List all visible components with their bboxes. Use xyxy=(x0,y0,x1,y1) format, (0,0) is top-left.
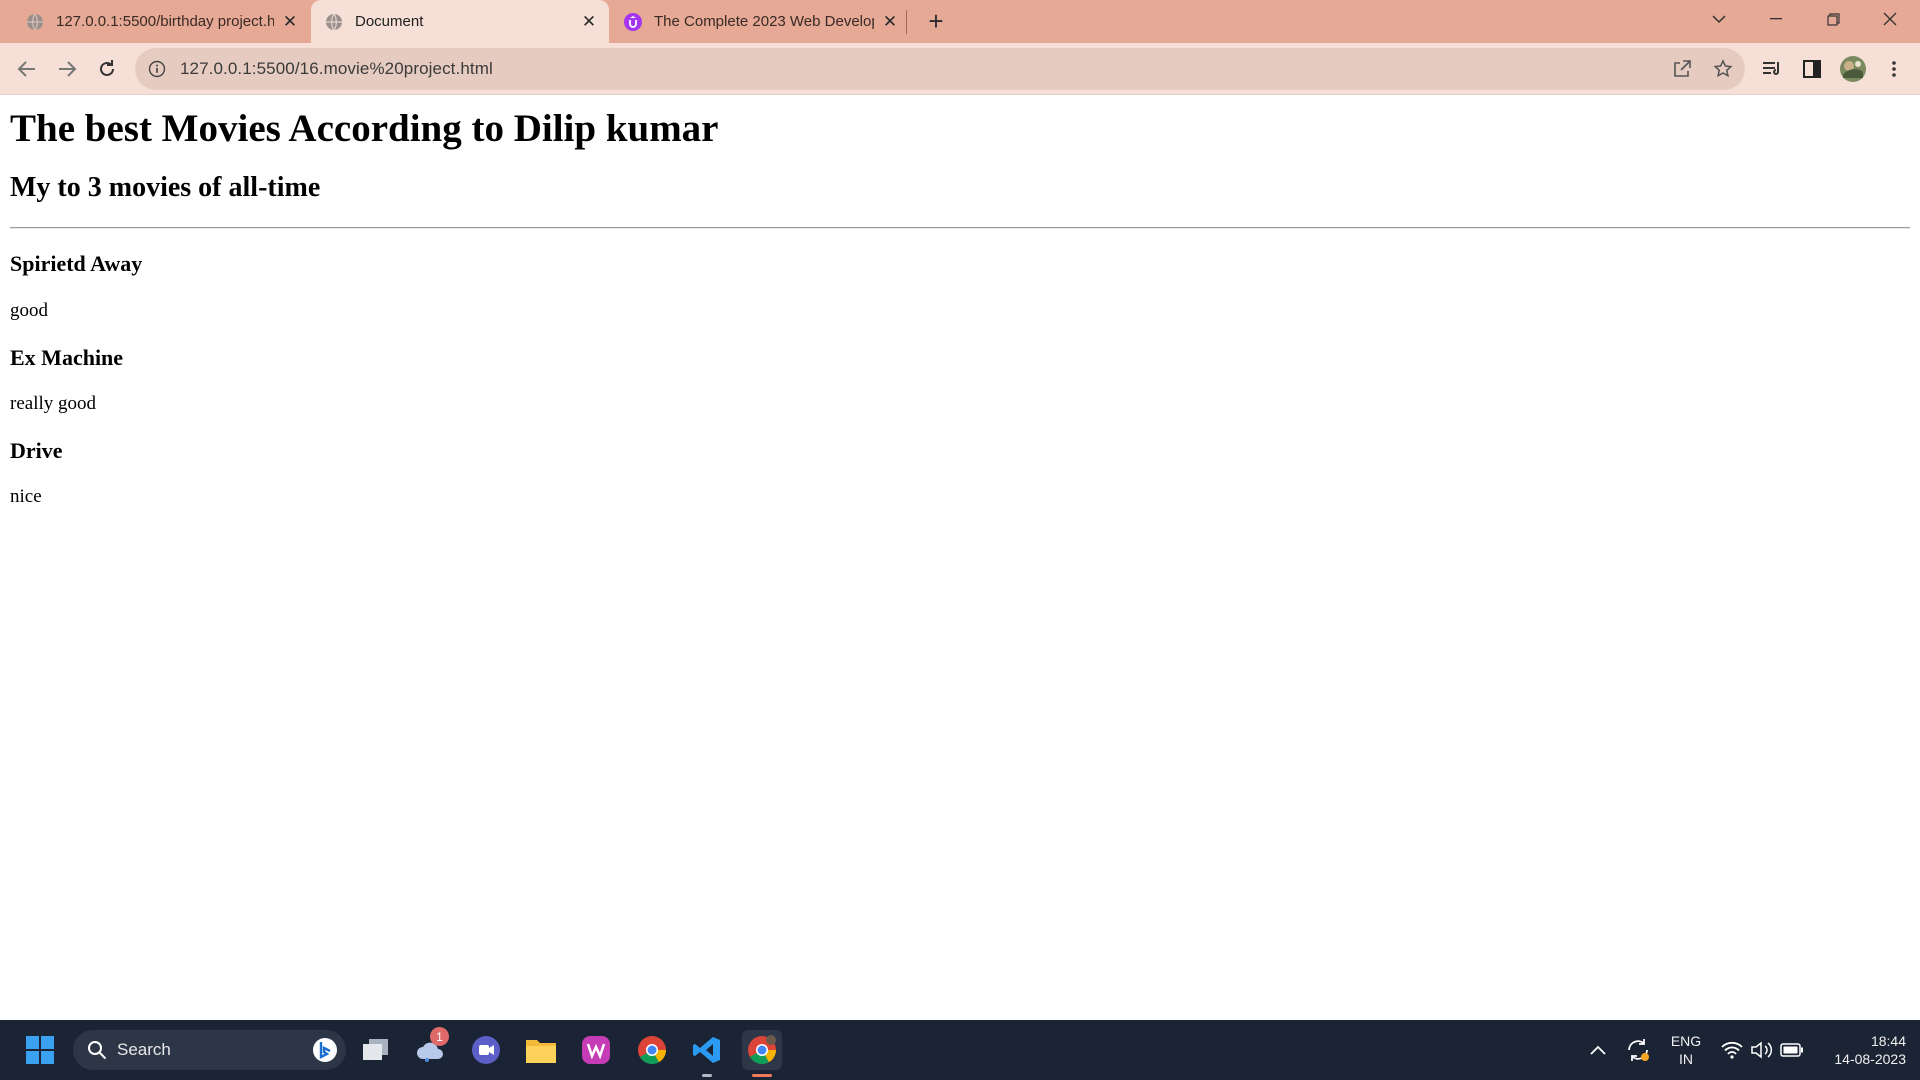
battery-icon[interactable] xyxy=(1772,1030,1812,1070)
address-bar[interactable]: 127.0.0.1:5500/16.movie%20project.html xyxy=(135,48,1745,90)
close-window-button[interactable] xyxy=(1862,0,1918,38)
restore-button[interactable] xyxy=(1805,0,1861,38)
movie-title: Spirietd Away xyxy=(10,251,143,277)
globe-icon xyxy=(26,13,44,31)
profile-avatar[interactable] xyxy=(1838,54,1868,84)
movie-title: Drive xyxy=(10,437,63,463)
site-info-icon[interactable] xyxy=(148,60,166,78)
tab-strip: 127.0.0.1:5500/birthday project.h ✕ Docu… xyxy=(0,0,1920,43)
tab-title: The Complete 2023 Web Develop xyxy=(654,13,874,30)
show-hidden-icons-chevron-icon[interactable] xyxy=(1578,1030,1618,1070)
browser-toolbar: 127.0.0.1:5500/16.movie%20project.html xyxy=(0,43,1920,95)
vscode-icon[interactable] xyxy=(687,1030,727,1070)
close-icon[interactable]: ✕ xyxy=(280,12,300,32)
udemy-icon xyxy=(624,12,642,31)
tab-title: 127.0.0.1:5500/birthday project.h xyxy=(56,13,274,30)
url-text: 127.0.0.1:5500/16.movie%20project.html xyxy=(180,59,493,78)
tab-search-chevron-icon[interactable] xyxy=(1691,0,1747,38)
menu-kebab-icon[interactable] xyxy=(1879,54,1909,84)
chrome-active-indicator xyxy=(752,1074,772,1077)
input-language[interactable]: ENG IN xyxy=(1664,1032,1708,1068)
divider xyxy=(10,227,1910,230)
search-icon xyxy=(87,1040,107,1060)
globe-icon xyxy=(325,13,343,31)
windows-start-icon[interactable] xyxy=(20,1030,60,1070)
clock-date: 14-08-2023 xyxy=(1834,1051,1906,1067)
new-tab-button[interactable]: + xyxy=(921,6,951,36)
notification-badge: 1 xyxy=(430,1027,449,1046)
minimize-button[interactable] xyxy=(1748,0,1804,38)
wps-office-icon[interactable] xyxy=(576,1030,616,1070)
page-heading: The best Movies According to Dilip kumar xyxy=(10,107,719,150)
vscode-running-indicator xyxy=(702,1074,712,1077)
back-button[interactable] xyxy=(12,54,42,84)
close-icon[interactable]: ✕ xyxy=(579,12,599,32)
share-icon[interactable] xyxy=(1667,54,1697,84)
movie-review: nice xyxy=(10,486,42,508)
sync-status-icon[interactable] xyxy=(1618,1030,1658,1070)
clock[interactable]: 18:44 14-08-2023 xyxy=(1816,1032,1906,1068)
task-view-icon[interactable] xyxy=(356,1030,396,1070)
chrome-active-icon[interactable] xyxy=(742,1030,782,1070)
windows-taskbar: Search 1 ENG IN 18:44 14-08-2023 xyxy=(0,1020,1920,1080)
chrome-icon[interactable] xyxy=(632,1030,672,1070)
movie-title: Ex Machine xyxy=(10,344,124,370)
region-label: IN xyxy=(1679,1051,1693,1067)
side-panel-icon[interactable] xyxy=(1797,54,1827,84)
clock-time: 18:44 xyxy=(1870,1033,1906,1049)
tab-title: Document xyxy=(355,13,424,30)
bing-icon[interactable] xyxy=(312,1037,338,1063)
language-label: ENG xyxy=(1670,1033,1702,1049)
movie-review: really good xyxy=(10,392,97,414)
bookmark-star-icon[interactable] xyxy=(1708,54,1738,84)
teams-chat-icon[interactable] xyxy=(466,1030,506,1070)
web-page-content: The best Movies According to Dilip kumar… xyxy=(0,96,1920,1020)
taskbar-search[interactable]: Search xyxy=(73,1030,346,1070)
file-explorer-icon[interactable] xyxy=(521,1030,561,1070)
reload-button[interactable] xyxy=(92,54,122,84)
forward-button[interactable] xyxy=(52,54,82,84)
tab-separator xyxy=(906,10,907,34)
reading-list-icon[interactable] xyxy=(1757,54,1787,84)
search-label: Search xyxy=(117,1040,171,1059)
close-icon[interactable]: ✕ xyxy=(880,12,900,32)
movie-review: good xyxy=(10,299,48,321)
tab-web-development-course[interactable]: The Complete 2023 Web Develop ✕ xyxy=(610,0,910,43)
tab-document[interactable]: Document ✕ xyxy=(311,0,609,43)
page-subheading: My to 3 movies of all-time xyxy=(10,171,321,203)
tab-birthday-project[interactable]: 127.0.0.1:5500/birthday project.h ✕ xyxy=(12,0,310,43)
